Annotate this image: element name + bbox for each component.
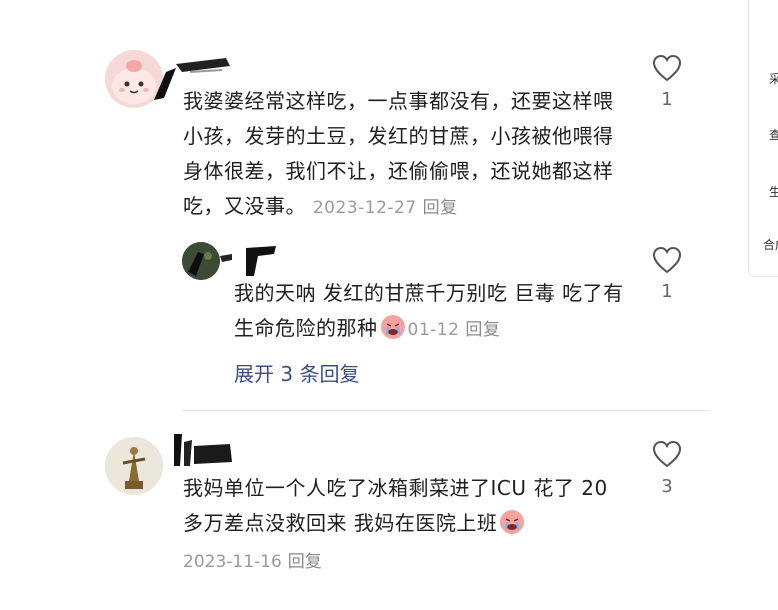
- side-panel: 采 查 生 合成: [748, 0, 778, 277]
- like-count-2: 3: [661, 476, 673, 497]
- side-item-2[interactable]: 查: [769, 126, 778, 143]
- reply-reply-button[interactable]: 回复: [465, 320, 500, 340]
- side-item-1[interactable]: 采: [769, 70, 778, 87]
- reply-username-redaction: [220, 246, 276, 276]
- user-avatar-2[interactable]: [105, 437, 163, 495]
- comment-2: 我妈单位一个人吃了冰箱剩菜进了ICU 花了 20 多万差点没救回来 我妈在医院上…: [183, 471, 628, 541]
- reply-user-avatar[interactable]: [182, 242, 220, 280]
- comment-2-date: 2023-11-16: [183, 552, 282, 572]
- comment-divider: [182, 410, 710, 411]
- like-heart-icon[interactable]: [652, 54, 682, 82]
- avatar-statue-icon: [105, 437, 163, 495]
- comment-1-reply-button[interactable]: 回复: [423, 198, 458, 218]
- avatar-image-icon: [182, 242, 220, 280]
- expand-replies-button[interactable]: 展开 3 条回复: [234, 358, 359, 387]
- reply-like-count: 1: [661, 281, 673, 302]
- reply-comment: 我的天呐 发红的甘蔗千万别吃 巨毒 吃了有生命危险的那种 01-12 回复: [234, 276, 624, 348]
- reply-like-heart-icon[interactable]: [652, 246, 682, 274]
- comment-2-reply-button[interactable]: 回复: [288, 552, 322, 572]
- username-redaction-2: [174, 434, 232, 466]
- crying-emoji-icon-2: [499, 509, 525, 535]
- crying-emoji-icon: [380, 314, 406, 340]
- comment-2-text: 我妈单位一个人吃了冰箱剩菜进了ICU 花了 20 多万差点没救回来 我妈在医院上…: [183, 476, 608, 535]
- side-item-3[interactable]: 生: [769, 183, 778, 200]
- comment-1: 我婆婆经常这样吃，一点事都没有，还要这样喂小孩，发芽的土豆，发红的甘蔗，小孩被他…: [183, 84, 628, 226]
- side-item-4[interactable]: 合成: [763, 236, 778, 253]
- like-count: 1: [661, 89, 673, 110]
- reply-date: 01-12: [407, 320, 460, 340]
- comment-2-meta: 2023-11-16 回复: [183, 547, 322, 572]
- comment-1-date: 2023-12-27: [312, 198, 417, 218]
- like-heart-icon-2[interactable]: [652, 440, 682, 468]
